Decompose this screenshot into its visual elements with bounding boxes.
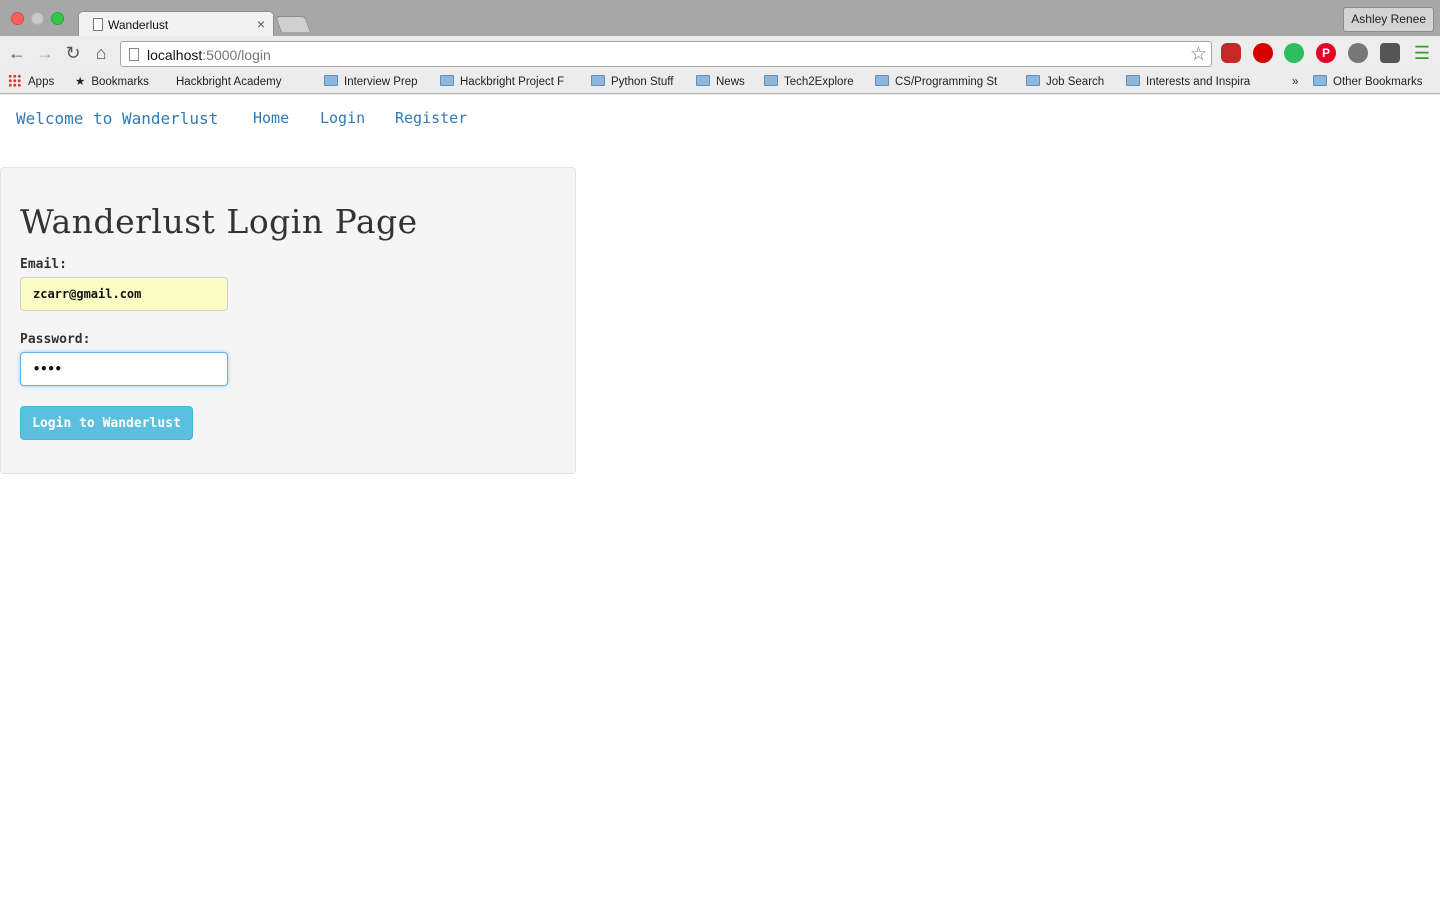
bookmark-cs-programming[interactable]: CS/Programming St (875, 74, 997, 90)
bookmark-tech2explore[interactable]: Tech2Explore (764, 74, 854, 90)
extension-stop-icon[interactable] (1253, 43, 1273, 63)
nav-login-link[interactable]: Login (320, 109, 365, 127)
folder-icon (324, 75, 338, 86)
email-field[interactable] (20, 277, 228, 311)
bookmark-apps[interactable]: Apps (8, 74, 54, 90)
tab-title: Wanderlust (108, 18, 169, 32)
extension-sofa-icon[interactable] (1221, 43, 1241, 63)
bookmark-interview-prep[interactable]: Interview Prep (324, 74, 418, 90)
site-navbar: Welcome to Wanderlust Home Login Registe… (0, 95, 1440, 145)
forward-arrow-icon[interactable]: → (35, 42, 55, 64)
page-icon (93, 18, 103, 31)
nav-home-link[interactable]: Home (253, 109, 289, 127)
login-submit-button[interactable]: Login to Wanderlust (20, 406, 193, 440)
tab-close-icon[interactable]: × (257, 16, 265, 32)
folder-icon (1126, 75, 1140, 86)
folder-icon (591, 75, 605, 86)
bookmark-job-search[interactable]: Job Search (1026, 74, 1104, 90)
folder-icon (1026, 75, 1040, 86)
browser-chrome: Wanderlust × Ashley Renee ← → ↻ ⌂ localh… (0, 0, 1440, 181)
bookmark-hackbright-academy[interactable]: Hackbright Academy (176, 74, 281, 181)
home-icon[interactable]: ⌂ (91, 42, 111, 64)
folder-icon (764, 75, 778, 86)
bookmark-bookmarks[interactable]: ★ Bookmarks (75, 74, 149, 90)
nav-register-link[interactable]: Register (395, 109, 467, 127)
page-icon (129, 48, 139, 61)
url-text[interactable]: localhost:5000/login (147, 47, 271, 63)
profile-button[interactable]: Ashley Renee (1343, 7, 1434, 32)
password-field[interactable] (20, 352, 228, 386)
zoom-window-button[interactable] (51, 12, 64, 25)
back-arrow-icon[interactable]: ← (7, 42, 27, 64)
reload-icon[interactable]: ↻ (63, 42, 83, 64)
email-label: Email: (20, 257, 67, 272)
extension-pocket-icon[interactable] (1380, 43, 1400, 63)
bookmarks-overflow-chevron[interactable]: » (1292, 74, 1298, 90)
bookmarks-bar: Apps ★ Bookmarks Hackbright Academy Inter… (0, 70, 1440, 181)
page-title: Wanderlust Login Page (20, 202, 418, 241)
new-tab-button[interactable] (275, 16, 311, 32)
bookmark-python-stuff[interactable]: Python Stuff (591, 74, 673, 90)
folder-icon (440, 75, 454, 86)
extension-gear-icon[interactable] (1348, 43, 1368, 63)
browser-tab[interactable]: Wanderlust × (78, 11, 274, 37)
extension-pinterest-icon[interactable]: P (1316, 43, 1336, 63)
menu-icon[interactable]: ☰ (1412, 42, 1432, 64)
password-label: Password: (20, 332, 91, 347)
bookmark-news[interactable]: News (696, 74, 745, 90)
extension-evernote-icon[interactable] (1284, 43, 1304, 63)
folder-icon (696, 75, 710, 86)
browser-toolbar: ← → ↻ ⌂ localhost:5000/login ☆ P ☰ (0, 36, 1440, 70)
folder-icon (875, 75, 889, 86)
star-icon: ★ (75, 76, 86, 88)
bookmark-star-icon[interactable]: ☆ (1190, 43, 1207, 66)
bookmark-interests-inspiration[interactable]: Interests and Inspira (1126, 74, 1250, 90)
apps-grid-icon (8, 74, 21, 87)
navbar-brand-link[interactable]: Welcome to Wanderlust (16, 109, 218, 128)
title-bar: Wanderlust × Ashley Renee (0, 0, 1440, 37)
bookmark-other-bookmarks[interactable]: Other Bookmarks (1313, 74, 1422, 90)
bookmark-hackbright-project[interactable]: Hackbright Project F (440, 74, 564, 90)
address-bar[interactable]: localhost:5000/login ☆ (120, 41, 1212, 67)
minimize-window-button[interactable] (31, 12, 44, 25)
folder-icon (1313, 75, 1327, 86)
close-window-button[interactable] (11, 12, 24, 25)
page-content: Welcome to Wanderlust Home Login Registe… (0, 95, 1440, 900)
login-panel: Wanderlust Login Page Email: Password: L… (0, 167, 576, 474)
